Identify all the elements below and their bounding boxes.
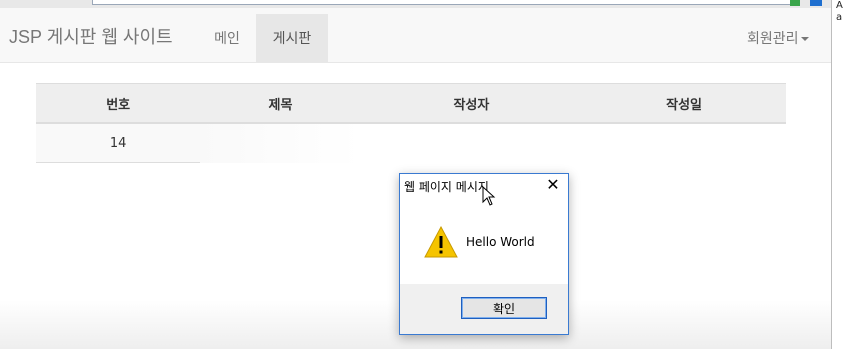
row-number: 14: [36, 123, 201, 163]
close-icon[interactable]: ✕: [544, 176, 562, 194]
dialog-footer: 확인: [400, 284, 568, 334]
board-table: 번호 제목 작성자 작성일 14: [36, 83, 786, 163]
browser-toolbar-icons: [4, 0, 74, 15]
navbar: JSP 게시판 웹 사이트 메인 게시판 회원관리: [0, 8, 831, 63]
dialog-title: 웹 페이지 메시지: [404, 180, 489, 194]
side-panel-line: A: [836, 0, 843, 11]
column-header-date: 작성일: [582, 83, 786, 124]
dialog-message: Hello World: [466, 235, 535, 249]
column-header-author: 작성자: [360, 83, 583, 124]
ok-button[interactable]: 확인: [461, 297, 547, 319]
column-header-title: 제목: [200, 83, 361, 124]
caret-down-icon: [800, 37, 809, 41]
warning-icon: [424, 226, 458, 258]
side-panel-line: a: [836, 12, 843, 23]
nav-item-main[interactable]: 메인: [199, 14, 255, 62]
play-icon[interactable]: [790, 0, 800, 6]
table-header-row: 번호 제목 작성자 작성일: [36, 83, 786, 124]
mouse-cursor-icon: [482, 186, 496, 206]
table-row[interactable]: 14: [36, 123, 786, 163]
address-bar[interactable]: [92, 0, 797, 5]
column-header-number: 번호: [36, 83, 201, 124]
row-title[interactable]: [200, 123, 361, 163]
member-menu-dropdown[interactable]: 회원관리: [735, 14, 825, 62]
go-icon[interactable]: [810, 0, 822, 6]
side-panel: A a: [831, 0, 847, 349]
row-date: [582, 123, 786, 163]
row-author: [361, 123, 583, 163]
member-menu-label: 회원관리: [747, 31, 799, 47]
site-brand[interactable]: JSP 게시판 웹 사이트: [9, 8, 173, 62]
nav-item-board[interactable]: 게시판: [256, 14, 328, 62]
